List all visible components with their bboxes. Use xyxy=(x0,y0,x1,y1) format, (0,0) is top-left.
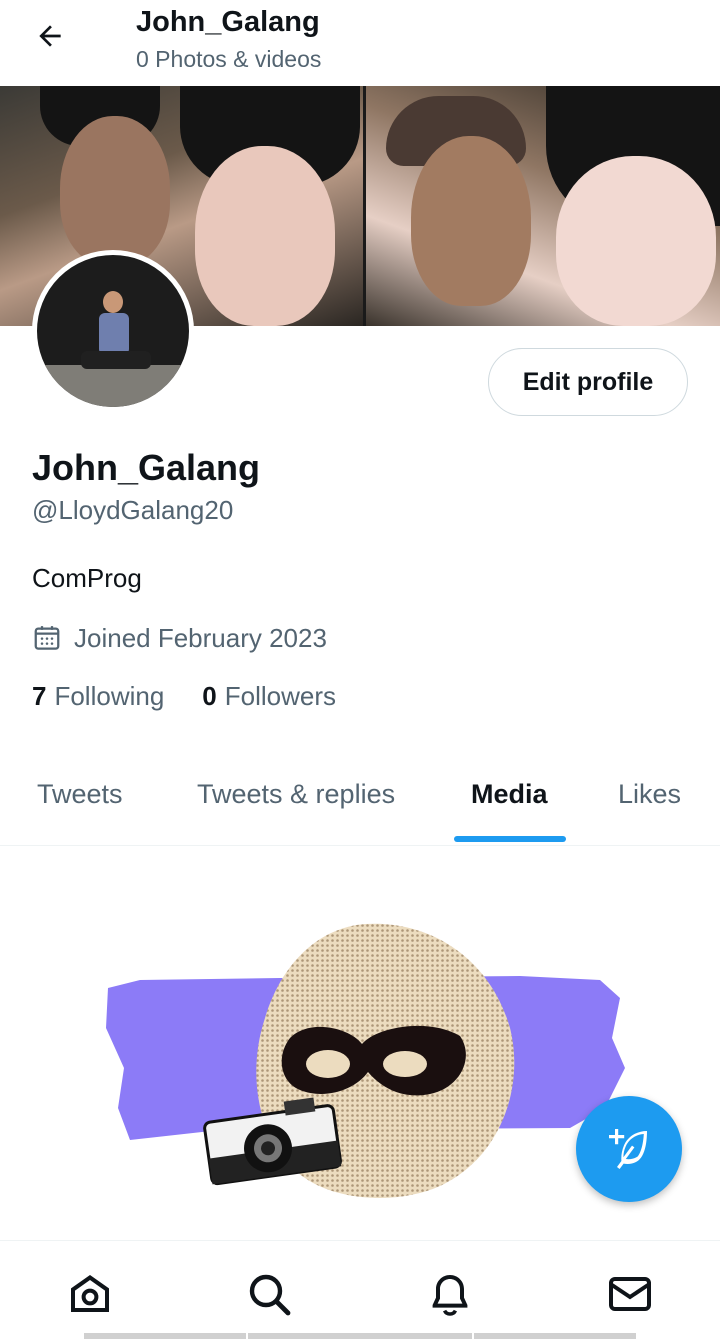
calendar-icon xyxy=(32,623,62,653)
followers-link[interactable]: 0 Followers xyxy=(202,680,336,712)
joined-date: Joined February 2023 xyxy=(32,620,327,656)
tab-tweets[interactable]: Tweets xyxy=(37,776,123,812)
following-count: 7 xyxy=(32,681,47,711)
system-gesture-bar xyxy=(248,1333,472,1339)
profile-handle: @LloydGalang20 xyxy=(32,495,234,525)
following-label: Following xyxy=(54,681,165,711)
nav-home[interactable] xyxy=(65,1269,115,1319)
followers-count: 0 xyxy=(202,681,217,711)
bottom-navigation xyxy=(0,1240,720,1339)
system-gesture-bar xyxy=(474,1333,636,1339)
search-icon xyxy=(249,1274,291,1316)
top-bar: John_Galang 0 Photos & videos xyxy=(0,0,720,86)
system-gesture-bar xyxy=(84,1333,246,1339)
mail-icon xyxy=(609,1277,651,1311)
tab-likes[interactable]: Likes xyxy=(618,776,681,812)
tab-tweets-replies[interactable]: Tweets & replies xyxy=(197,776,395,812)
compose-tweet-button[interactable] xyxy=(576,1096,682,1202)
profile-tabs: Tweets Tweets & replies Media Likes xyxy=(0,752,720,846)
nav-notifications[interactable] xyxy=(425,1269,475,1319)
active-tab-indicator xyxy=(454,836,566,842)
profile-bio: ComProg xyxy=(32,563,142,593)
bell-icon xyxy=(432,1275,468,1316)
back-button[interactable] xyxy=(22,14,78,58)
profile-display-name: John_Galang xyxy=(32,447,261,488)
home-icon xyxy=(71,1275,109,1312)
header-subtitle: 0 Photos & videos xyxy=(136,46,322,72)
arrow-left-icon xyxy=(39,25,61,47)
header-title: John_Galang xyxy=(136,6,320,38)
tab-media[interactable]: Media xyxy=(471,776,548,812)
followers-label: Followers xyxy=(224,681,337,711)
empty-media-illustration xyxy=(106,923,625,1198)
compose-tweet-icon xyxy=(609,1129,647,1169)
banner-photo-right xyxy=(366,86,720,326)
joined-text: Joined February 2023 xyxy=(74,623,327,653)
nav-messages[interactable] xyxy=(605,1269,655,1319)
profile-avatar[interactable] xyxy=(32,250,194,412)
nav-search[interactable] xyxy=(244,1269,294,1319)
edit-profile-button[interactable]: Edit profile xyxy=(488,348,688,416)
following-link[interactable]: 7 Following xyxy=(32,680,164,712)
follow-stats: 7 Following 0 Followers xyxy=(32,680,374,712)
